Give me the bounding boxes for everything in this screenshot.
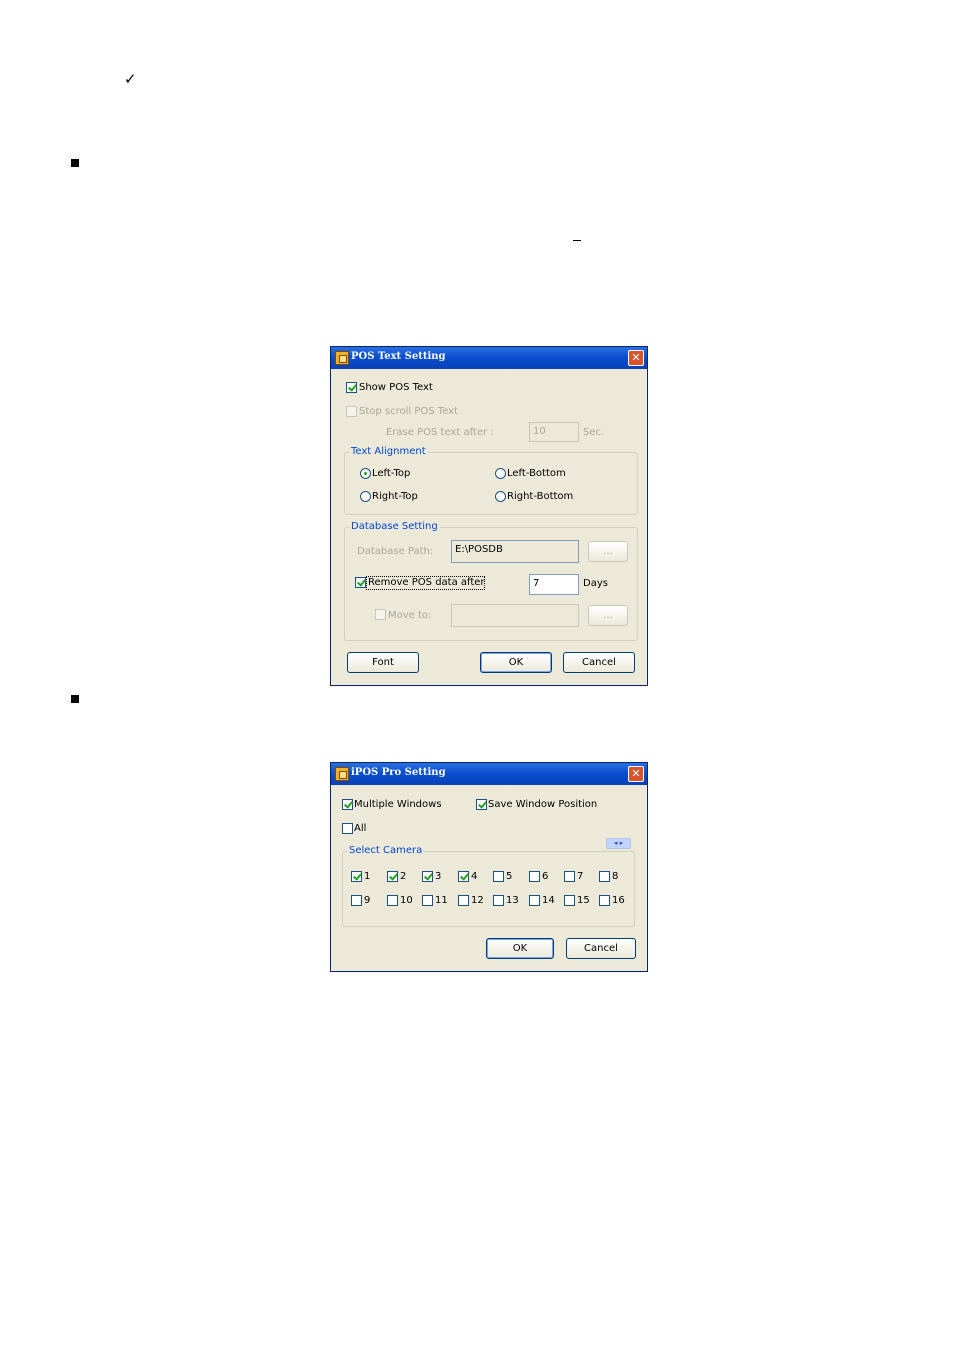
database-path-label: Database Path: xyxy=(357,546,434,557)
camera-14-checkbox[interactable] xyxy=(529,895,540,906)
radio-left-top-label: Left-Top xyxy=(372,468,411,479)
camera-6-label: 6 xyxy=(542,871,549,882)
camera-15-label: 15 xyxy=(577,895,590,906)
radio-right-bottom-label: Right-Bottom xyxy=(507,491,574,502)
camera-16-label: 16 xyxy=(612,895,625,906)
dash-mark xyxy=(573,240,581,241)
camera-11-checkbox[interactable] xyxy=(422,895,433,906)
select-camera-title: Select Camera xyxy=(347,845,425,856)
database-path-field[interactable]: E:\POSDB xyxy=(451,540,579,563)
camera-8-checkbox[interactable] xyxy=(599,871,610,882)
camera-1-label: 1 xyxy=(364,871,371,882)
camera-3-label: 3 xyxy=(435,871,442,882)
show-pos-text-checkbox[interactable] xyxy=(346,382,357,393)
camera-8-label: 8 xyxy=(612,871,619,882)
font-button[interactable]: Font xyxy=(347,652,419,673)
camera-page-scroll[interactable]: ◂ ▸ xyxy=(606,838,631,849)
radio-left-bottom-label: Left-Bottom xyxy=(507,468,566,479)
camera-9-label: 9 xyxy=(364,895,371,906)
remove-days-field[interactable]: 7 xyxy=(529,574,579,595)
radio-right-top[interactable] xyxy=(360,491,371,502)
save-window-position-label: Save Window Position xyxy=(488,799,598,810)
erase-seconds-field[interactable]: 10 xyxy=(529,422,579,442)
stop-scroll-label: Stop scroll POS Text xyxy=(359,406,459,417)
close-button[interactable]: ✕ xyxy=(628,766,644,782)
text-alignment-title: Text Alignment xyxy=(349,446,428,457)
select-camera-group: Select Camera xyxy=(342,845,635,927)
cancel-button[interactable]: Cancel xyxy=(563,652,635,673)
camera-13-checkbox[interactable] xyxy=(493,895,504,906)
multiple-windows-checkbox[interactable] xyxy=(342,799,353,810)
erase-label: Erase POS text after : xyxy=(386,427,494,438)
title-bar[interactable]: POS Text Setting ✕ xyxy=(331,347,647,369)
dialog-title: iPOS Pro Setting xyxy=(351,767,446,778)
multiple-windows-label: Multiple Windows xyxy=(354,799,442,810)
bullet-square-icon xyxy=(71,159,79,167)
move-to-label: Move to: xyxy=(388,610,432,621)
stop-scroll-checkbox[interactable] xyxy=(346,406,357,417)
camera-14-label: 14 xyxy=(542,895,555,906)
database-browse-button[interactable]: ... xyxy=(588,541,628,562)
cancel-button[interactable]: Cancel xyxy=(566,938,636,959)
camera-12-checkbox[interactable] xyxy=(458,895,469,906)
remove-pos-data-label: Remove POS data after xyxy=(368,577,485,588)
remove-days-unit: Days xyxy=(583,578,608,589)
radio-left-top[interactable] xyxy=(360,468,371,479)
camera-2-checkbox[interactable] xyxy=(387,871,398,882)
pos-text-setting-dialog: POS Text Setting ✕ Show POS Text Stop sc… xyxy=(330,346,648,686)
show-pos-text-label: Show POS Text xyxy=(359,382,433,393)
radio-right-bottom[interactable] xyxy=(495,491,506,502)
camera-1-checkbox[interactable] xyxy=(351,871,362,882)
camera-11-label: 11 xyxy=(435,895,448,906)
all-label: All xyxy=(354,823,367,834)
camera-16-checkbox[interactable] xyxy=(599,895,610,906)
camera-5-checkbox[interactable] xyxy=(493,871,504,882)
ok-button[interactable]: OK xyxy=(486,938,554,959)
database-setting-title: Database Setting xyxy=(349,521,440,532)
camera-9-checkbox[interactable] xyxy=(351,895,362,906)
text-alignment-group: Text Alignment xyxy=(344,446,638,515)
close-button[interactable]: ✕ xyxy=(628,350,644,366)
camera-4-label: 4 xyxy=(471,871,478,882)
title-bar[interactable]: iPOS Pro Setting ✕ xyxy=(331,763,647,785)
camera-13-label: 13 xyxy=(506,895,519,906)
radio-left-bottom[interactable] xyxy=(495,468,506,479)
app-icon xyxy=(335,767,349,781)
camera-10-label: 10 xyxy=(400,895,413,906)
camera-15-checkbox[interactable] xyxy=(564,895,575,906)
dialog-title: POS Text Setting xyxy=(351,351,446,362)
camera-5-label: 5 xyxy=(506,871,513,882)
camera-2-label: 2 xyxy=(400,871,407,882)
move-to-field[interactable] xyxy=(451,604,579,627)
camera-12-label: 12 xyxy=(471,895,484,906)
ipos-pro-setting-dialog: iPOS Pro Setting ✕ Multiple Windows Save… xyxy=(330,762,648,972)
bullet-square-icon xyxy=(71,695,79,703)
camera-10-checkbox[interactable] xyxy=(387,895,398,906)
ok-button[interactable]: OK xyxy=(480,652,552,673)
save-window-position-checkbox[interactable] xyxy=(476,799,487,810)
camera-7-checkbox[interactable] xyxy=(564,871,575,882)
radio-right-top-label: Right-Top xyxy=(372,491,418,502)
check-mark-icon: ✓ xyxy=(124,70,137,88)
remove-pos-data-checkbox[interactable] xyxy=(355,577,366,588)
camera-4-checkbox[interactable] xyxy=(458,871,469,882)
move-to-browse-button[interactable]: ... xyxy=(588,605,628,626)
move-to-checkbox[interactable] xyxy=(375,609,386,620)
camera-7-label: 7 xyxy=(577,871,584,882)
app-icon xyxy=(335,351,349,365)
all-checkbox[interactable] xyxy=(342,823,353,834)
camera-3-checkbox[interactable] xyxy=(422,871,433,882)
erase-unit: Sec. xyxy=(583,427,605,438)
camera-6-checkbox[interactable] xyxy=(529,871,540,882)
